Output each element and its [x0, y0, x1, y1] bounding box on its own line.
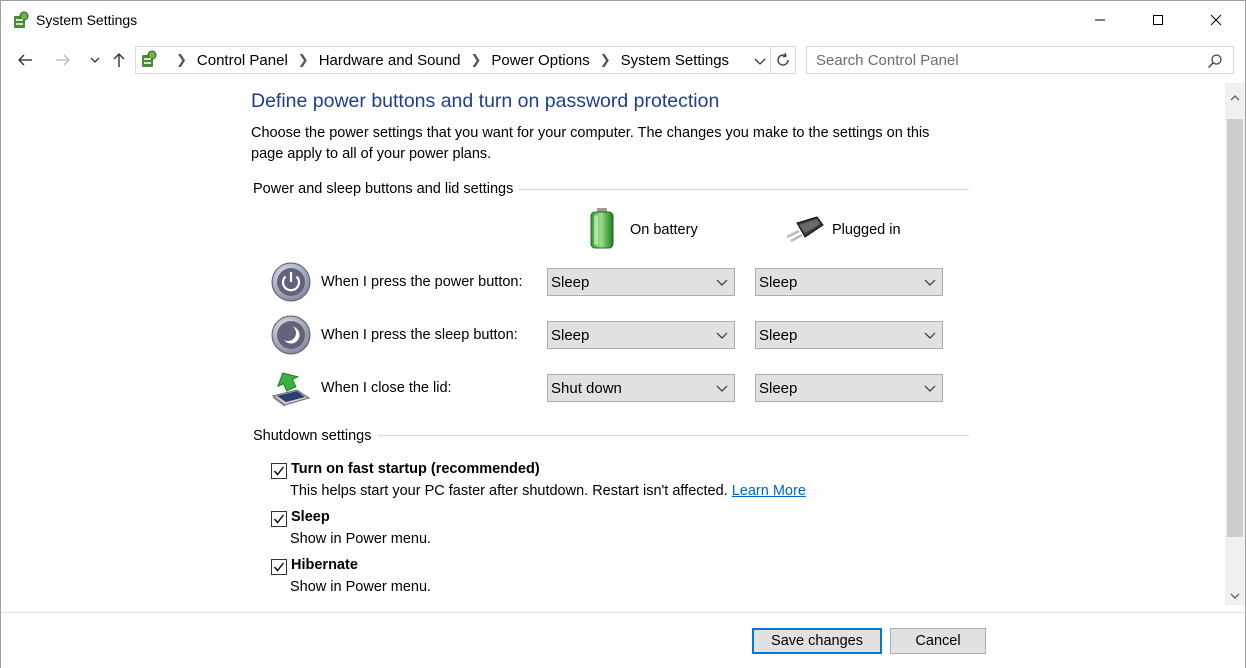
- search-icon[interactable]: [1207, 53, 1223, 74]
- search-box[interactable]: [806, 46, 1234, 74]
- laptop-lid-icon: [269, 368, 311, 408]
- chevron-down-icon: [1230, 593, 1240, 599]
- power-buttons-group-title: Power and sleep buttons and lid settings: [253, 181, 520, 197]
- control-panel-app-icon: [11, 10, 31, 30]
- window: System Settings ❯ Control Panel ❯ Hardwa…: [0, 0, 1246, 668]
- sleep-checkbox[interactable]: [271, 511, 287, 527]
- select-value: Sleep: [551, 274, 590, 291]
- learn-more-link[interactable]: Learn More: [732, 483, 806, 499]
- close-lid-on-battery-select[interactable]: Shut down: [547, 374, 735, 402]
- page-title: Define power buttons and turn on passwor…: [251, 90, 720, 112]
- hibernate-checkbox[interactable]: [271, 559, 287, 575]
- breadcrumb-separator-icon: ❯: [599, 52, 611, 67]
- chevron-down-icon: [924, 385, 936, 392]
- close-button[interactable]: [1187, 1, 1245, 39]
- breadcrumb-power-options[interactable]: Power Options: [491, 52, 589, 69]
- chevron-down-icon: [924, 332, 936, 339]
- sleep-button-label: When I press the sleep button:: [321, 327, 518, 343]
- chevron-down-icon: [716, 385, 728, 392]
- close-icon: [1210, 14, 1222, 26]
- hibernate-option-description: Show in Power menu.: [290, 579, 432, 595]
- address-dropdown-button[interactable]: [754, 53, 766, 71]
- chevron-down-icon: [924, 279, 936, 286]
- vertical-scrollbar[interactable]: [1225, 83, 1245, 605]
- up-button[interactable]: [107, 47, 131, 73]
- select-value: Sleep: [759, 380, 798, 397]
- minimize-icon: [1095, 19, 1105, 21]
- sleep-button-on-battery-select[interactable]: Sleep: [547, 321, 735, 349]
- battery-icon: [589, 207, 615, 254]
- cancel-button[interactable]: Cancel: [890, 628, 986, 654]
- chevron-down-icon: [716, 279, 728, 286]
- chevron-down-icon: [754, 58, 766, 65]
- checkmark-icon: [273, 514, 285, 524]
- forward-arrow-icon: [56, 54, 70, 66]
- checkmark-icon: [273, 562, 285, 572]
- breadcrumb-separator-icon: ❯: [470, 52, 482, 67]
- breadcrumb-separator-icon: ❯: [297, 52, 309, 67]
- checkmark-icon: [273, 466, 285, 476]
- back-arrow-icon: [18, 54, 32, 66]
- navigation-bar: ❯ Control Panel ❯ Hardware and Sound ❯ P…: [1, 43, 1245, 77]
- refresh-button[interactable]: [770, 46, 796, 74]
- breadcrumb-separator-icon: ❯: [176, 52, 187, 67]
- forward-button[interactable]: [51, 47, 75, 73]
- fast-startup-description: This helps start your PC faster after sh…: [290, 483, 806, 499]
- close-lid-plugged-in-select[interactable]: Sleep: [755, 374, 943, 402]
- window-title: System Settings: [36, 12, 138, 28]
- breadcrumb-hardware-and-sound[interactable]: Hardware and Sound: [319, 52, 461, 69]
- save-changes-button[interactable]: Save changes: [752, 628, 882, 654]
- maximize-icon: [1153, 15, 1163, 25]
- address-bar[interactable]: ❯ Control Panel ❯ Hardware and Sound ❯ P…: [135, 46, 771, 74]
- title-bar: System Settings: [1, 1, 1245, 39]
- scrollbar-thumb[interactable]: [1227, 119, 1243, 537]
- footer-bar: Save changes Cancel: [1, 612, 1245, 668]
- content-area: Define power buttons and turn on passwor…: [1, 83, 1225, 611]
- chevron-down-icon: [90, 57, 100, 63]
- chevron-down-icon: [716, 332, 728, 339]
- plugged-in-column-header: Plugged in: [832, 222, 901, 238]
- up-arrow-icon: [113, 53, 125, 67]
- on-battery-column-header: On battery: [630, 222, 698, 238]
- select-value: Sleep: [759, 274, 798, 291]
- sleep-button-plugged-in-select[interactable]: Sleep: [755, 321, 943, 349]
- sleep-option-label[interactable]: Sleep: [291, 509, 330, 525]
- control-panel-location-icon: [139, 49, 159, 74]
- scroll-down-button[interactable]: [1230, 587, 1240, 605]
- power-button-icon: [271, 262, 311, 302]
- close-lid-label: When I close the lid:: [321, 380, 452, 396]
- fast-startup-description-text: This helps start your PC faster after sh…: [290, 483, 728, 499]
- select-value: Shut down: [551, 380, 622, 397]
- maximize-button[interactable]: [1129, 1, 1187, 39]
- sleep-button-icon: [271, 315, 311, 355]
- breadcrumb-control-panel[interactable]: Control Panel: [197, 52, 288, 69]
- recent-locations-button[interactable]: [83, 47, 107, 73]
- search-input[interactable]: [807, 47, 1197, 73]
- chevron-up-icon: [1230, 95, 1240, 101]
- sleep-option-description: Show in Power menu.: [290, 531, 432, 547]
- page-description: Choose the power settings that you want …: [251, 125, 930, 162]
- refresh-icon: [776, 52, 789, 66]
- minimize-button[interactable]: [1071, 1, 1129, 39]
- power-button-label: When I press the power button:: [321, 274, 523, 290]
- select-value: Sleep: [759, 327, 798, 344]
- breadcrumb-system-settings[interactable]: System Settings: [621, 52, 729, 69]
- shutdown-group-title: Shutdown settings: [253, 428, 378, 444]
- scroll-up-button[interactable]: [1230, 89, 1240, 107]
- power-button-plugged-in-select[interactable]: Sleep: [755, 268, 943, 296]
- fast-startup-checkbox[interactable]: [271, 463, 287, 479]
- breadcrumb: ❯ Control Panel ❯ Hardware and Sound ❯ P…: [166, 47, 729, 73]
- back-button[interactable]: [13, 47, 37, 73]
- select-value: Sleep: [551, 327, 590, 344]
- hibernate-option-label[interactable]: Hibernate: [291, 557, 358, 573]
- power-plug-icon: [783, 215, 827, 248]
- fast-startup-label[interactable]: Turn on fast startup (recommended): [291, 461, 540, 477]
- power-button-on-battery-select[interactable]: Sleep: [547, 268, 735, 296]
